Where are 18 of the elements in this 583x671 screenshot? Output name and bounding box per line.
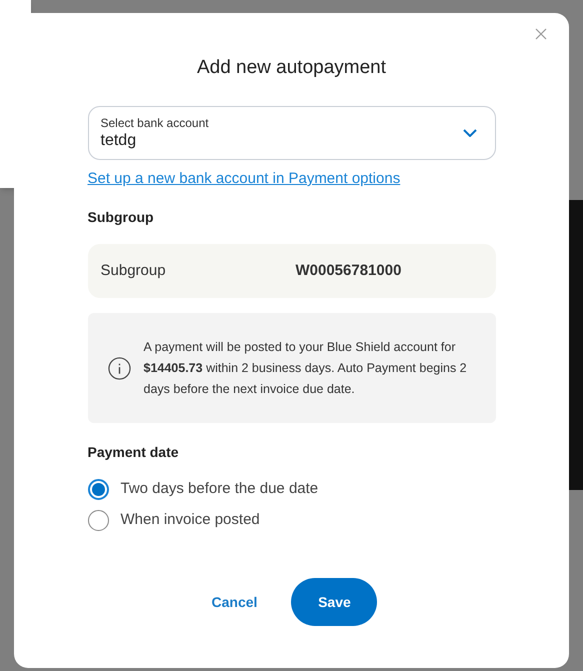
info-text: A payment will be posted to your Blue Shield account for $14405.73 within 2 business days. Auto Payment begins 2 days before the next invoice due date. (144, 338, 468, 398)
cancel-button[interactable]: Cancel (206, 588, 264, 616)
subgroup-value: W00056781000 (296, 260, 402, 281)
bank-account-select[interactable]: Select bank account tetdg (88, 106, 496, 160)
radio-button[interactable] (88, 479, 108, 500)
close-button[interactable] (535, 28, 547, 40)
close-icon (535, 28, 547, 40)
chevron-down-icon (462, 129, 476, 137)
section-heading: Payment date (88, 443, 180, 461)
section-heading: Subgroup (88, 208, 155, 226)
info-icon (108, 356, 130, 380)
dialog-title: Add new autopayment (196, 56, 388, 80)
radio-label: Two days before the due date (120, 479, 318, 500)
payment-options-link[interactable]: Set up a new bank account in Payment options (88, 170, 400, 188)
select-label: Select bank account (100, 116, 210, 130)
radio-label: When invoice posted (120, 510, 260, 530)
subgroup-label: Subgroup (100, 260, 167, 281)
select-value: tetdg (100, 130, 138, 150)
